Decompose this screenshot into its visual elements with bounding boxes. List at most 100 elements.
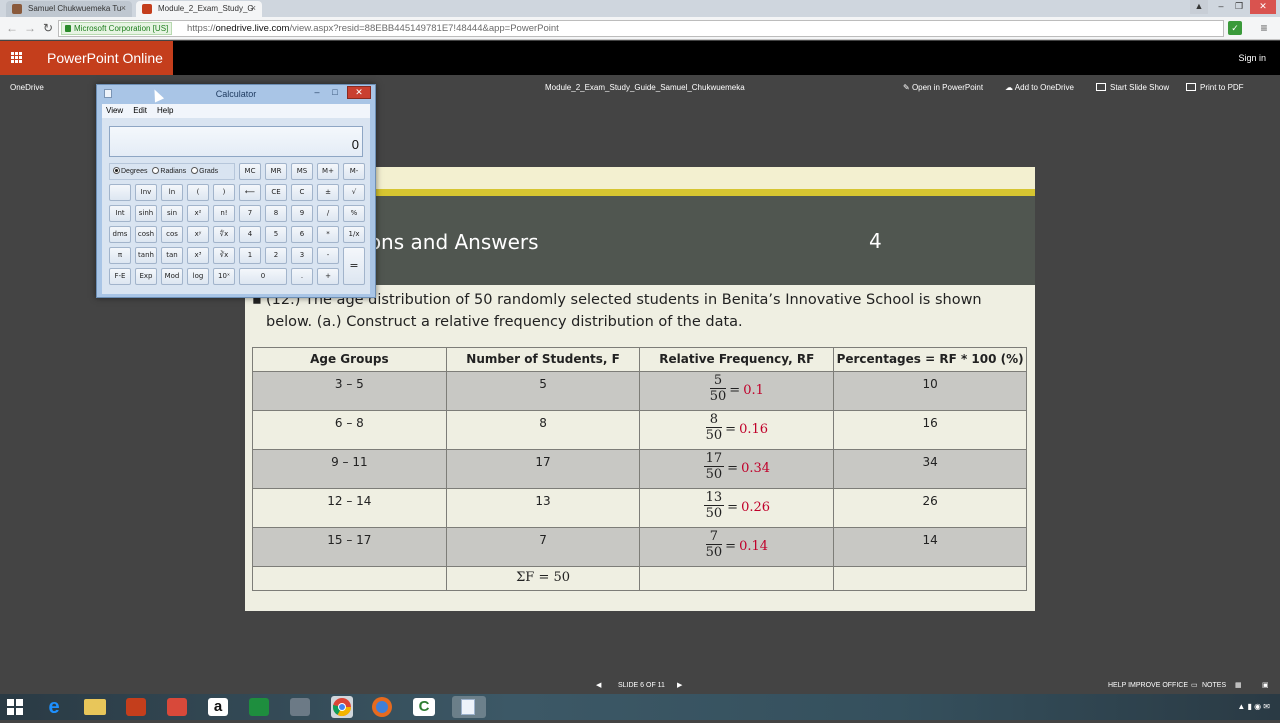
reading-view-icon[interactable]: ▣ <box>1262 677 1269 694</box>
help-improve-office-link[interactable]: HELP IMPROVE OFFICE <box>1108 677 1188 694</box>
print-to-pdf-button[interactable]: Print to PDF <box>1186 75 1244 101</box>
key-ten-power-x[interactable]: 10ˣ <box>213 268 235 285</box>
key-ce[interactable]: CE <box>265 184 287 201</box>
calculator-taskbar-button[interactable] <box>452 696 486 718</box>
url-text[interactable]: https://onedrive.live.com/view.aspx?resi… <box>187 21 559 36</box>
close-icon[interactable]: × <box>121 1 126 16</box>
menu-view[interactable]: View <box>106 106 123 115</box>
open-in-powerpoint-button[interactable]: ✎ Open in PowerPoint <box>903 75 983 101</box>
radio-radians[interactable]: Radians <box>152 167 186 175</box>
key-int[interactable]: Int <box>109 205 131 222</box>
key-right-paren[interactable]: ) <box>213 184 235 201</box>
key-log[interactable]: log <box>187 268 209 285</box>
profile-icon[interactable]: ▲ <box>1190 0 1208 14</box>
key-plus-minus[interactable]: ± <box>317 184 339 201</box>
app-title[interactable]: PowerPoint Online <box>33 41 173 75</box>
key-0[interactable]: 0 <box>239 268 287 285</box>
browser-tab-active[interactable]: Module_2_Exam_Study_G × <box>136 1 262 17</box>
minimize-icon[interactable]: – <box>309 87 325 99</box>
key-reciprocal[interactable]: 1/x <box>343 226 365 243</box>
browser-tab-inactive[interactable]: Samuel Chukwuemeka Tu × <box>6 1 132 17</box>
tray-icons[interactable]: ▲ ▮ ◉ ✉ <box>1237 702 1270 711</box>
key-4[interactable]: 4 <box>239 226 261 243</box>
key-add[interactable]: + <box>317 268 339 285</box>
calculator-window[interactable]: Calculator – □ ✕ View Edit Help 0 Degrees … <box>96 84 376 298</box>
windows-start-icon[interactable] <box>6 698 24 716</box>
slide-sorter-icon[interactable]: ▦ <box>1235 677 1242 694</box>
key-ms[interactable]: MS <box>291 163 313 180</box>
radio-grads[interactable]: Grads <box>191 167 218 175</box>
address-bar[interactable]: Microsoft Corporation [US] https://onedr… <box>58 20 1224 37</box>
forward-icon[interactable]: → <box>22 20 38 36</box>
key-equals[interactable]: = <box>343 247 365 285</box>
key-9[interactable]: 9 <box>291 205 313 222</box>
key-pi[interactable]: π <box>109 247 131 264</box>
key-multiply[interactable]: * <box>317 226 339 243</box>
add-to-onedrive-button[interactable]: ☁ Add to OneDrive <box>1005 75 1074 101</box>
key-sin[interactable]: sin <box>161 205 183 222</box>
key-clear[interactable]: C <box>291 184 313 201</box>
key-divide[interactable]: / <box>317 205 339 222</box>
key-x-cubed[interactable]: x³ <box>187 247 209 264</box>
key-tanh[interactable]: tanh <box>135 247 157 264</box>
app-launcher-icon[interactable] <box>0 41 33 75</box>
firefox-icon[interactable] <box>372 697 392 717</box>
extension-icon[interactable]: ✓ <box>1228 21 1242 35</box>
key-8[interactable]: 8 <box>265 205 287 222</box>
pdf-app-icon[interactable] <box>167 698 187 716</box>
key-x-squared[interactable]: x² <box>187 205 209 222</box>
close-icon[interactable]: × <box>251 1 256 16</box>
key-2[interactable]: 2 <box>265 247 287 264</box>
key-sinh[interactable]: sinh <box>135 205 157 222</box>
key-y-root[interactable]: ∜x <box>213 226 235 243</box>
maximize-icon[interactable]: □ <box>327 87 343 99</box>
key-decimal[interactable]: . <box>291 268 313 285</box>
restore-icon[interactable]: ❐ <box>1230 0 1248 14</box>
back-icon[interactable]: ← <box>4 20 20 36</box>
breadcrumb-onedrive[interactable]: OneDrive <box>10 75 44 101</box>
spreadsheet-icon[interactable] <box>249 698 269 716</box>
key-subtract[interactable]: - <box>317 247 339 264</box>
sign-in-link[interactable]: Sign in <box>1238 41 1266 75</box>
key-backspace[interactable]: ⟵ <box>239 184 261 201</box>
close-icon[interactable]: ✕ <box>347 86 371 99</box>
file-explorer-icon[interactable] <box>84 699 106 715</box>
key-exp[interactable]: Exp <box>135 268 157 285</box>
key-left-paren[interactable]: ( <box>187 184 209 201</box>
previous-slide-icon[interactable]: ◀ <box>596 677 601 694</box>
minimize-icon[interactable]: – <box>1212 0 1230 14</box>
key-7[interactable]: 7 <box>239 205 261 222</box>
key-dms[interactable]: dms <box>109 226 131 243</box>
camtasia-icon[interactable]: C <box>413 698 435 716</box>
key-ln[interactable]: ln <box>161 184 183 201</box>
notes-icon[interactable]: ▭ <box>1191 677 1198 694</box>
window-close-icon[interactable]: ✕ <box>1250 0 1276 14</box>
reload-icon[interactable]: ↻ <box>40 20 56 36</box>
key-m-minus[interactable]: M- <box>343 163 365 180</box>
key-1[interactable]: 1 <box>239 247 261 264</box>
key-mc[interactable]: MC <box>239 163 261 180</box>
key-mod[interactable]: Mod <box>161 268 183 285</box>
menu-edit[interactable]: Edit <box>133 106 147 115</box>
certificate-badge[interactable]: Microsoft Corporation [US] <box>61 22 173 35</box>
key-6[interactable]: 6 <box>291 226 313 243</box>
key-percent[interactable]: % <box>343 205 365 222</box>
start-slide-show-button[interactable]: Start Slide Show <box>1096 75 1169 101</box>
notes-button[interactable]: NOTES <box>1202 677 1226 694</box>
key-inv[interactable]: Inv <box>135 184 157 201</box>
office-app-icon[interactable] <box>126 698 146 716</box>
next-slide-icon[interactable]: ▶ <box>677 677 682 694</box>
radio-degrees[interactable]: Degrees <box>113 167 147 175</box>
menu-help[interactable]: Help <box>157 106 173 115</box>
key-cube-root[interactable]: ∛x <box>213 247 235 264</box>
key-5[interactable]: 5 <box>265 226 287 243</box>
key-x-power-y[interactable]: xʸ <box>187 226 209 243</box>
chrome-icon-slot[interactable] <box>331 696 353 718</box>
internet-explorer-icon[interactable]: e <box>43 696 65 718</box>
amazon-icon[interactable]: a <box>208 698 228 716</box>
menu-icon[interactable]: ≡ <box>1256 20 1272 36</box>
key-cosh[interactable]: cosh <box>135 226 157 243</box>
key-sqrt[interactable]: √ <box>343 184 365 201</box>
key-3[interactable]: 3 <box>291 247 313 264</box>
key-mr[interactable]: MR <box>265 163 287 180</box>
